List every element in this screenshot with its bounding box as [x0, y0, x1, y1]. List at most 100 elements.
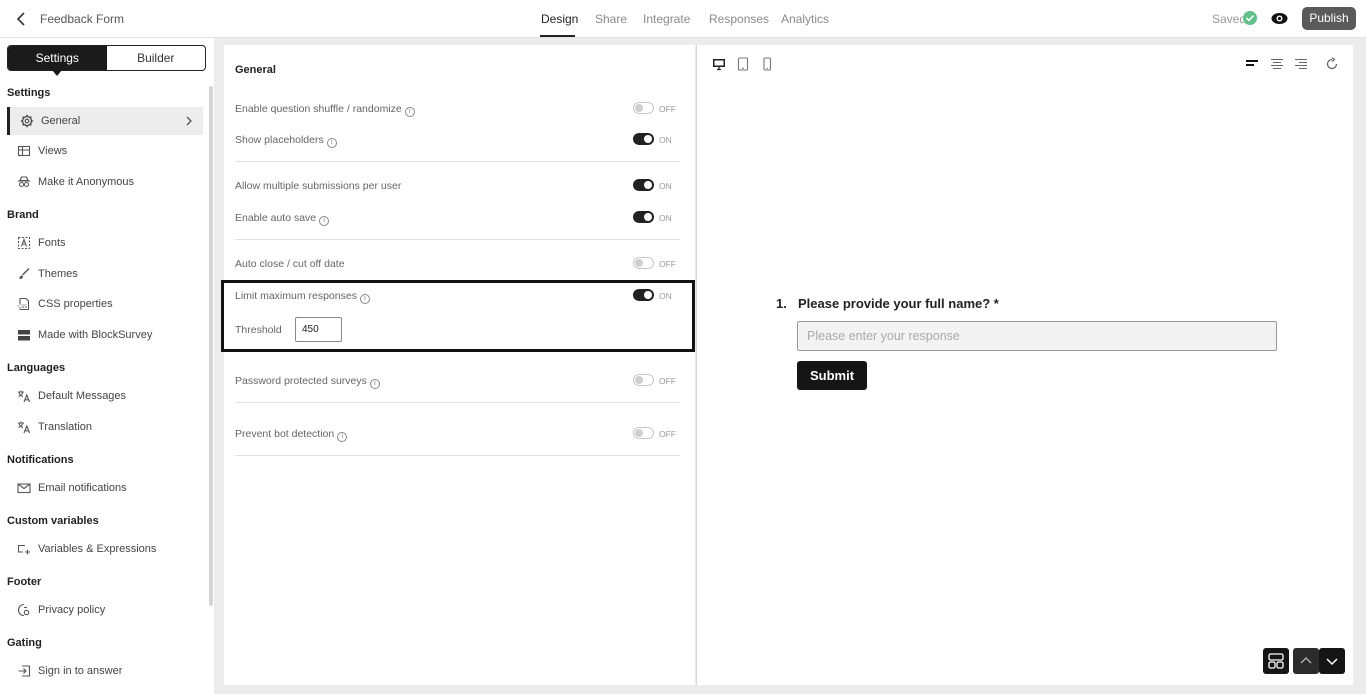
setting-row-bot-detection: Prevent bot detection i OFF	[235, 425, 680, 445]
question-text: Please provide your full name? *	[798, 296, 999, 311]
sidebar-item-general[interactable]: General	[7, 107, 203, 135]
sidebar-item-css[interactable]: CSS CSS properties	[7, 290, 203, 318]
sidebar-item-label: Themes	[38, 268, 78, 280]
signin-icon	[18, 665, 31, 677]
alignment-switch	[1240, 53, 1314, 76]
setting-label: Allow multiple submissions per user	[235, 180, 402, 192]
sidebar-item-themes[interactable]: Themes	[7, 260, 203, 288]
css-icon: CSS	[18, 297, 30, 311]
sidebar-item-label: General	[41, 115, 81, 127]
setting-row-shuffle: Enable question shuffle / randomize i OFF	[235, 100, 680, 120]
general-settings-panel: General Enable question shuffle / random…	[224, 45, 695, 685]
scroll-down-button[interactable]	[1319, 648, 1345, 674]
placeholders-toggle[interactable]	[633, 133, 654, 145]
settings-sidebar: Settings Builder Settings General Views …	[0, 38, 214, 694]
sidebar-scrollbar[interactable]	[209, 86, 213, 606]
settings-builder-switch: Settings Builder	[7, 45, 206, 71]
publish-button[interactable]: Publish	[1302, 7, 1356, 30]
active-tab-indicator	[540, 35, 575, 37]
scroll-up-button[interactable]	[1293, 648, 1319, 674]
sidebar-item-label: Made with BlockSurvey	[38, 329, 153, 341]
toggle-state: OFF	[659, 376, 676, 386]
align-right-icon[interactable]	[1294, 58, 1308, 70]
setting-row-password: Password protected surveys i OFF	[235, 372, 680, 392]
threshold-input[interactable]	[295, 317, 342, 342]
sidebar-item-label: Variables & Expressions	[38, 543, 157, 555]
info-icon[interactable]: i	[404, 107, 415, 117]
variable-icon	[17, 544, 30, 555]
section-gating: Gating	[7, 637, 42, 649]
tablet-view-icon[interactable]	[736, 57, 750, 71]
multiple-submissions-toggle[interactable]	[633, 179, 654, 191]
tab-analytics[interactable]: Analytics	[781, 12, 829, 26]
align-left-icon[interactable]	[1245, 58, 1259, 70]
toggle-state: OFF	[659, 429, 676, 439]
toggle-state: ON	[659, 213, 672, 223]
submit-button[interactable]: Submit	[797, 361, 867, 390]
sidebar-item-views[interactable]: Views	[7, 137, 203, 165]
sidebar-item-email-notifications[interactable]: Email notifications	[7, 474, 203, 502]
segment-settings[interactable]: Settings	[8, 46, 107, 70]
setting-label: Prevent bot detection i	[235, 428, 348, 442]
sidebar-item-privacy-policy[interactable]: Privacy policy	[7, 596, 203, 624]
tab-responses[interactable]: Responses	[709, 12, 769, 26]
tab-share[interactable]: Share	[595, 12, 627, 26]
limit-responses-highlight	[221, 280, 695, 352]
desktop-view-icon[interactable]	[712, 57, 726, 71]
layout-button[interactable]	[1263, 648, 1289, 674]
sidebar-item-sign-in[interactable]: Sign in to answer	[7, 657, 203, 685]
sidebar-item-label: Default Messages	[38, 390, 127, 402]
sidebar-item-variables[interactable]: Variables & Expressions	[7, 535, 203, 563]
privacy-icon	[17, 603, 30, 617]
brush-icon	[19, 268, 30, 279]
sidebar-item-branding[interactable]: Made with BlockSurvey	[7, 321, 203, 349]
setting-row-auto-save: Enable auto save i ON	[235, 209, 680, 229]
sidebar-item-translation[interactable]: Translation	[7, 413, 203, 441]
shuffle-toggle[interactable]	[633, 102, 654, 114]
divider	[235, 161, 680, 162]
tab-integrate[interactable]: Integrate	[643, 12, 690, 26]
info-icon[interactable]: i	[326, 138, 337, 148]
preview-eye-icon[interactable]	[1271, 12, 1288, 25]
toggle-state: OFF	[659, 259, 676, 269]
saved-status: Saved	[1212, 12, 1247, 26]
section-languages: Languages	[7, 362, 66, 374]
section-brand: Brand	[7, 209, 39, 221]
setting-label: Enable auto save i	[235, 212, 330, 226]
sidebar-item-label: Fonts	[38, 237, 66, 249]
auto-close-toggle[interactable]	[633, 257, 654, 269]
segment-builder[interactable]: Builder	[107, 46, 206, 70]
form-preview: 1. Please provide your full name? * Subm…	[696, 45, 1353, 685]
setting-label: Enable question shuffle / randomize i	[235, 103, 415, 117]
sidebar-item-fonts[interactable]: Fonts	[7, 229, 203, 257]
question-number: 1.	[776, 296, 787, 311]
layout-icon	[1268, 653, 1284, 669]
info-icon[interactable]: i	[319, 216, 330, 226]
refresh-icon[interactable]	[1325, 57, 1339, 71]
setting-row-auto-close: Auto close / cut off date OFF	[235, 255, 680, 275]
font-icon	[17, 236, 31, 250]
divider	[235, 239, 680, 240]
sidebar-item-default-messages[interactable]: Default Messages	[7, 382, 203, 410]
password-toggle[interactable]	[633, 374, 654, 386]
info-icon[interactable]: i	[337, 432, 348, 442]
setting-row-multiple-submissions: Allow multiple submissions per user ON	[235, 177, 680, 197]
translate-icon	[18, 390, 31, 403]
tab-design[interactable]: Design	[541, 12, 578, 26]
auto-save-toggle[interactable]	[633, 211, 654, 223]
sidebar-item-label: Views	[38, 145, 68, 157]
toggle-state: OFF	[659, 104, 676, 114]
chevron-up-icon	[1300, 656, 1312, 664]
align-center-icon[interactable]	[1270, 58, 1284, 70]
segment-caret	[52, 70, 62, 76]
response-input[interactable]	[797, 321, 1277, 351]
info-icon[interactable]: i	[369, 379, 380, 389]
bot-detection-toggle[interactable]	[633, 427, 654, 439]
mobile-view-icon[interactable]	[760, 57, 774, 71]
section-settings: Settings	[7, 87, 51, 99]
mail-icon	[17, 483, 31, 494]
back-arrow-icon[interactable]	[14, 11, 28, 27]
sidebar-item-label: Translation	[38, 421, 93, 433]
setting-row-placeholders: Show placeholders i ON	[235, 131, 680, 151]
sidebar-item-anonymous[interactable]: Make it Anonymous	[7, 168, 203, 196]
